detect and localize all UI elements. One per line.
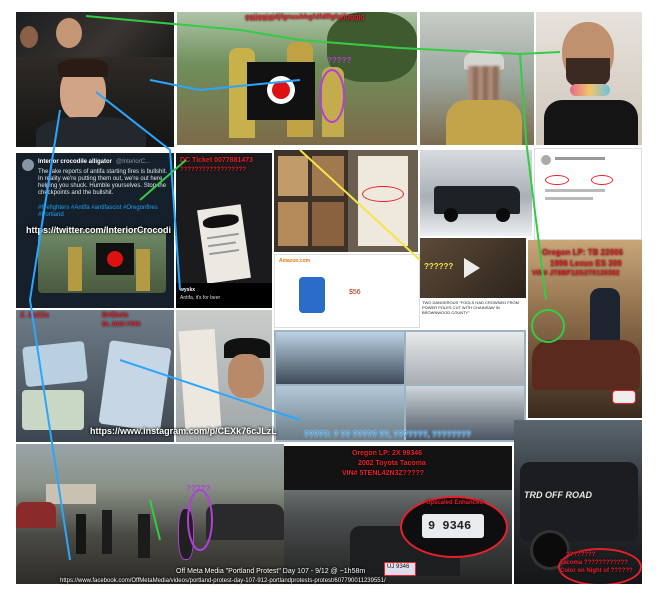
- selfie-man-dark: [16, 57, 174, 147]
- truck-red-3: Color on Night of ??????: [560, 568, 633, 574]
- insta-user: wyskx: [180, 287, 196, 293]
- tweet-flag: [96, 243, 134, 275]
- plate-number: 9 9346: [428, 519, 472, 533]
- purple-q-bottom: ?????: [186, 484, 211, 493]
- antifa-flag-icon: [267, 76, 295, 104]
- license-card-3: [98, 340, 172, 432]
- tweet-screenshot: Interior crocodile alligator @InteriorC.…: [16, 153, 174, 308]
- play-icon: [464, 258, 480, 278]
- plate-small-text: UJ 9346: [387, 564, 410, 570]
- officer: [590, 288, 620, 348]
- top-caption-red: ggjjggjgjdjfgnuuhhgfdfdffgfgjfgggjg: [245, 14, 365, 21]
- insta-url: https://www.instagram.com/p/CEXk76cJLzL: [90, 426, 277, 436]
- ad-price: $56: [349, 289, 361, 296]
- insta-comment: Antifa, it's for beer: [180, 295, 221, 301]
- tweet-user: Interior crocodile alligator: [38, 159, 113, 165]
- antifa-flag: [247, 62, 315, 120]
- black-shirt: [544, 100, 638, 145]
- ad-title: Amazon.com: [279, 258, 311, 264]
- face-circle: [56, 18, 82, 48]
- face-circle-2: [20, 26, 38, 48]
- photo-licenses: Z. ZaZZa Brtibets DL 2020 FRRI: [16, 310, 174, 442]
- photo-trd-truck: TRD OFF ROAD ???????? Tacoma ???????????…: [514, 420, 642, 584]
- dc-ticket-photo: DC Ticket 0077881473 ?????????????????? …: [176, 153, 272, 308]
- photo-lexus: Oregon LP: TB 22006 1996 Lexus ES 300 VI…: [528, 240, 642, 418]
- mask-chin: [570, 84, 610, 96]
- oregon-lp-b1: Oregon LP: 2X 99346: [352, 450, 423, 457]
- trd-badge: TRD OFF ROAD: [524, 490, 592, 500]
- photo-snow-truck: [420, 150, 532, 236]
- hoodie: [36, 117, 146, 147]
- plate-small: UJ 9346: [384, 562, 416, 576]
- oregon-lp-b3: VIN# 5TENL42N3Z?????: [342, 470, 425, 477]
- plate-callout: Upscaled Enhanced 9 9346: [400, 496, 508, 558]
- article-caption-strip: TWO DANGEROUS "FOOLS HAD CROWNED FROM PO…: [420, 298, 526, 328]
- photo-tacoma-plate: Oregon LP: 2X 99346 2002 Toyota Tacoma V…: [284, 446, 512, 584]
- person-3: [322, 67, 344, 137]
- yellow-question: ??????: [424, 262, 454, 271]
- tweet-handle: @InteriorC...: [116, 159, 151, 165]
- lexus-car: [532, 340, 640, 390]
- tweet-photo: [38, 229, 166, 293]
- blurred-face: [468, 66, 500, 102]
- photo-bearded-man: [536, 12, 642, 145]
- license-card-2: [22, 390, 84, 430]
- license-label-2: Brtibets: [102, 312, 129, 319]
- plate-callout-label: Upscaled Enhanced: [426, 500, 484, 506]
- oregon-lp-2: 1996 Lexus ES 300: [550, 259, 622, 268]
- receipt-held: [178, 328, 222, 432]
- photo-receipt: [348, 150, 418, 252]
- hair: [58, 59, 108, 77]
- lexus-plate: [612, 390, 636, 404]
- tweet-tags: #firefighters #Antifa #antifascist #Oreg…: [38, 205, 158, 218]
- photo-street-grid: ?????: ? ?? ????? ??, ???????, ????????: [274, 330, 526, 442]
- footer-line-2: https://www.facebook.com/OffMetaMedia/vi…: [60, 578, 386, 584]
- tweet-url: https://twitter.com/InteriorCrocodi: [26, 225, 172, 235]
- oregon-lp-1: Oregon LP: TB 22006: [542, 248, 623, 257]
- footer-line-1: Off Meta Media "Portland Protest" Day 10…: [176, 568, 366, 575]
- article-caption-text: TWO DANGEROUS "FOOLS HAD CROWNED FROM PO…: [422, 300, 519, 315]
- oregon-lp-3: VIN# JT8BF12G2T0130382: [532, 270, 620, 277]
- photo-supplies: [274, 150, 348, 252]
- purple-question-marks: ?????: [327, 56, 352, 65]
- truck-red-1: ????????: [566, 552, 596, 558]
- video-still: ??????: [420, 238, 526, 298]
- license-card-1: [22, 340, 88, 388]
- dc-ticket-label: DC Ticket 0077881473: [180, 157, 254, 164]
- oregon-lp-b2: 2002 Toyota Tacoma: [358, 460, 426, 467]
- selfie-top-left: [16, 12, 174, 57]
- truck-side: [520, 462, 638, 542]
- ticket-paper: [197, 204, 251, 284]
- insta-caption-bar: wyskx Antifa, it's for beer: [176, 283, 272, 308]
- license-label-1: Z. ZaZZa: [20, 312, 49, 319]
- dc-ticket-sub: ??????????????????: [180, 167, 246, 173]
- photo-protest-street: ?????: [16, 444, 284, 584]
- photo-blurred-firefighter: [420, 12, 534, 145]
- license-sub: DL 2020 FRRI: [102, 322, 141, 328]
- tweet-body: The fake reports of antifa starting fire…: [38, 169, 168, 196]
- photo-firefighters-flag: ggjjggjgjdjfgnuuhhgfdfdffgfgjfgggjg ????…: [177, 12, 417, 145]
- sticker-pencil-sharpener-icon: [299, 277, 325, 313]
- jacket: [446, 100, 522, 145]
- collage-board: ggjjggjgjdjfgnuuhhgfdfdffgfgjfgggjg ????…: [0, 0, 659, 589]
- plate: 9 9346: [422, 514, 484, 538]
- truck-red-2: Tacoma ????????????: [560, 560, 628, 566]
- face-cap: [228, 354, 264, 398]
- antifa-flag-icon: [107, 251, 123, 267]
- instagram-post: [534, 148, 642, 240]
- mid-caption: ?????: ? ?? ????? ??, ???????, ????????: [304, 430, 472, 439]
- avatar: [22, 159, 34, 171]
- amazon-product: Amazon.com $56 TWO DANGEROUS "FOOLS HAD …: [274, 254, 420, 328]
- photo-man-cap: [176, 310, 272, 442]
